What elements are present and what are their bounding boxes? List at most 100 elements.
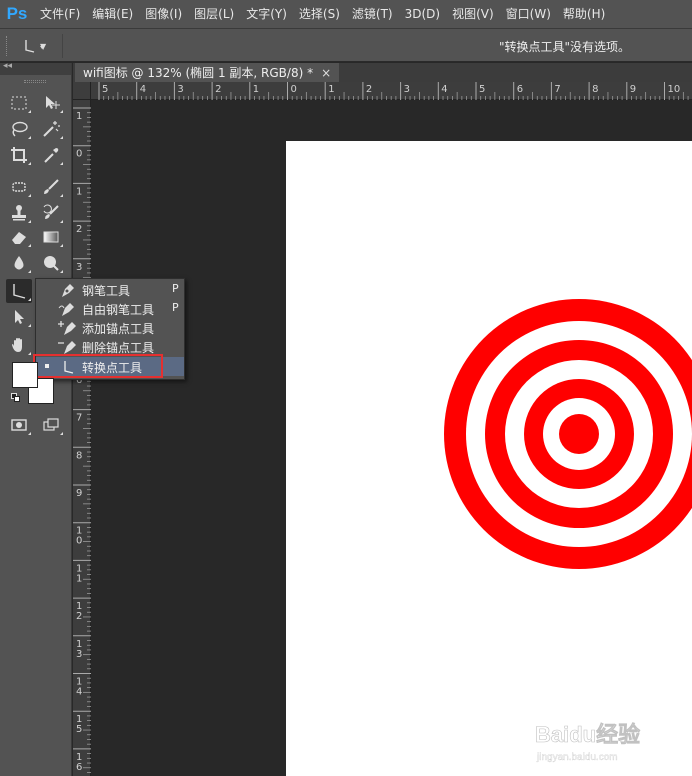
eraser-icon — [12, 232, 26, 244]
path-selection-tool[interactable] — [6, 305, 32, 329]
healing-brush-tool[interactable] — [6, 175, 32, 199]
ruler-label: 1 — [76, 186, 82, 197]
freeform-pen-icon — [58, 303, 74, 316]
flyout-item-convert-point[interactable]: 转换点工具 — [36, 357, 184, 376]
crop-tool[interactable] — [6, 143, 32, 167]
arrow-icon — [15, 310, 24, 324]
eyedropper-tool[interactable] — [38, 143, 64, 167]
ruler-label: 6 — [76, 762, 82, 773]
menu-view[interactable]: 视图(V) — [446, 0, 500, 28]
delete-anchor-icon — [58, 341, 76, 354]
pen-icon — [62, 284, 74, 297]
ruler-origin[interactable] — [73, 82, 91, 100]
ruler-label: 1 — [253, 84, 259, 95]
ruler-label: 2 — [215, 84, 221, 95]
ruler-label: 4 — [441, 84, 447, 95]
dodge-icon — [44, 256, 59, 271]
flyout-item-pen[interactable]: 钢笔工具 P — [36, 280, 184, 299]
options-bar: ▼ "转换点工具"没有选项。 — [0, 28, 692, 62]
menu-image[interactable]: 图像(I) — [139, 0, 188, 28]
brush-tool[interactable] — [38, 175, 64, 199]
crop-icon — [11, 147, 27, 163]
menu-select[interactable]: 选择(S) — [293, 0, 346, 28]
menu-edit[interactable]: 编辑(E) — [86, 0, 139, 28]
chevron-down-icon: ▼ — [40, 41, 47, 51]
ruler-label: 9 — [630, 84, 636, 95]
move-tool[interactable] — [38, 91, 64, 115]
ruler-label: 5 — [479, 84, 485, 95]
tool-preset-picker[interactable]: ▼ — [18, 35, 56, 57]
ruler-vertical[interactable]: 1012345678910111213141516 — [73, 100, 91, 776]
menu-type[interactable]: 文字(Y) — [240, 0, 293, 28]
document-tab[interactable]: wifi图标 @ 132% (椭圆 1 副本, RGB/8) * × — [75, 63, 340, 82]
pen-tool-flyout: 钢笔工具 P 自由钢笔工具 P 添加锚点工具 删除锚点工具 转换点工具 — [35, 278, 185, 380]
ruler-label: 3 — [404, 84, 410, 95]
eyedropper-icon — [44, 148, 59, 163]
menu-window[interactable]: 窗口(W) — [500, 0, 557, 28]
healing-brush-icon — [12, 182, 26, 192]
ruler-label: 3 — [177, 84, 183, 95]
ruler-label: 10 — [668, 84, 681, 95]
menu-layer[interactable]: 图层(L) — [188, 0, 240, 28]
ruler-label: 2 — [366, 84, 372, 95]
ruler-label: 8 — [76, 450, 82, 461]
hand-icon — [12, 338, 22, 352]
flyout-item-label: 自由钢笔工具 — [82, 303, 155, 317]
menu-bar: Ps 文件(F) 编辑(E) 图像(I) 图层(L) 文字(Y) 选择(S) 滤… — [0, 0, 692, 28]
watermark-text: Baidu经验 — [535, 722, 640, 747]
canvas-area[interactable] — [92, 101, 692, 776]
eraser-tool[interactable] — [6, 225, 32, 249]
menu-help[interactable]: 帮助(H) — [557, 0, 611, 28]
selected-bullet-icon — [45, 364, 49, 368]
pen-tool-group[interactable] — [6, 279, 32, 303]
convert-point-icon — [64, 361, 74, 374]
brush-icon — [44, 179, 59, 194]
ruler-label: 3 — [76, 262, 82, 273]
history-brush-icon — [43, 204, 59, 219]
quick-mask-button[interactable] — [6, 413, 32, 437]
ruler-horizontal[interactable]: 5 4 3 2 1 0 1 2 3 4 5 6 7 8 9 10 — [91, 82, 692, 100]
menu-file[interactable]: 文件(F) — [34, 0, 86, 28]
ruler-label: 9 — [76, 488, 82, 499]
document-tab-title: wifi图标 @ 132% (椭圆 1 副本, RGB/8) * — [83, 66, 314, 80]
watermark-subtext: jingyan.baidu.com — [536, 752, 618, 763]
options-grip[interactable] — [6, 36, 10, 56]
default-colors-icon[interactable] — [11, 393, 21, 403]
flyout-item-delete-anchor[interactable]: 删除锚点工具 — [36, 337, 184, 356]
clone-stamp-tool[interactable] — [6, 201, 32, 225]
flyout-item-add-anchor[interactable]: 添加锚点工具 — [36, 318, 184, 337]
menu-3d[interactable]: 3D(D) — [399, 0, 446, 28]
dodge-tool[interactable] — [38, 251, 64, 275]
ruler-label: 4 — [140, 84, 146, 95]
ruler-label: 1 — [76, 111, 82, 122]
ruler-label: 1 — [328, 84, 334, 95]
flyout-item-label: 转换点工具 — [82, 361, 143, 375]
document-tab-bar: wifi图标 @ 132% (椭圆 1 副本, RGB/8) * × — [73, 63, 692, 82]
ruler-label: 5 — [76, 724, 82, 735]
gradient-tool[interactable] — [38, 225, 64, 249]
menu-filter[interactable]: 滤镜(T) — [346, 0, 399, 28]
marquee-tool[interactable] — [6, 91, 32, 115]
foreground-color-swatch[interactable] — [12, 362, 38, 388]
close-icon[interactable]: × — [321, 66, 331, 80]
ruler-label: 1 — [76, 573, 82, 584]
ruler-label: 3 — [76, 649, 82, 660]
marquee-icon — [11, 96, 27, 110]
collapse-icon[interactable]: ◂◂ — [3, 61, 12, 71]
tools-panel-header[interactable]: ◂◂ — [0, 61, 71, 75]
target-rings-shape[interactable] — [444, 299, 692, 569]
flyout-item-freeform-pen[interactable]: 自由钢笔工具 P — [36, 299, 184, 318]
flyout-item-label: 钢笔工具 — [82, 284, 131, 298]
magic-wand-tool[interactable] — [38, 117, 64, 141]
hand-tool[interactable] — [6, 333, 32, 357]
lasso-tool[interactable] — [6, 117, 32, 141]
tools-grip[interactable] — [24, 80, 46, 83]
history-brush-tool[interactable] — [38, 201, 64, 225]
flyout-item-shortcut: P — [172, 301, 179, 314]
quick-mask-icon — [11, 419, 27, 431]
blur-tool[interactable] — [6, 251, 32, 275]
flyout-item-label: 添加锚点工具 — [82, 322, 155, 336]
ruler-label: 6 — [517, 84, 523, 95]
screen-mode-button[interactable] — [38, 413, 64, 437]
drop-icon — [14, 256, 24, 270]
